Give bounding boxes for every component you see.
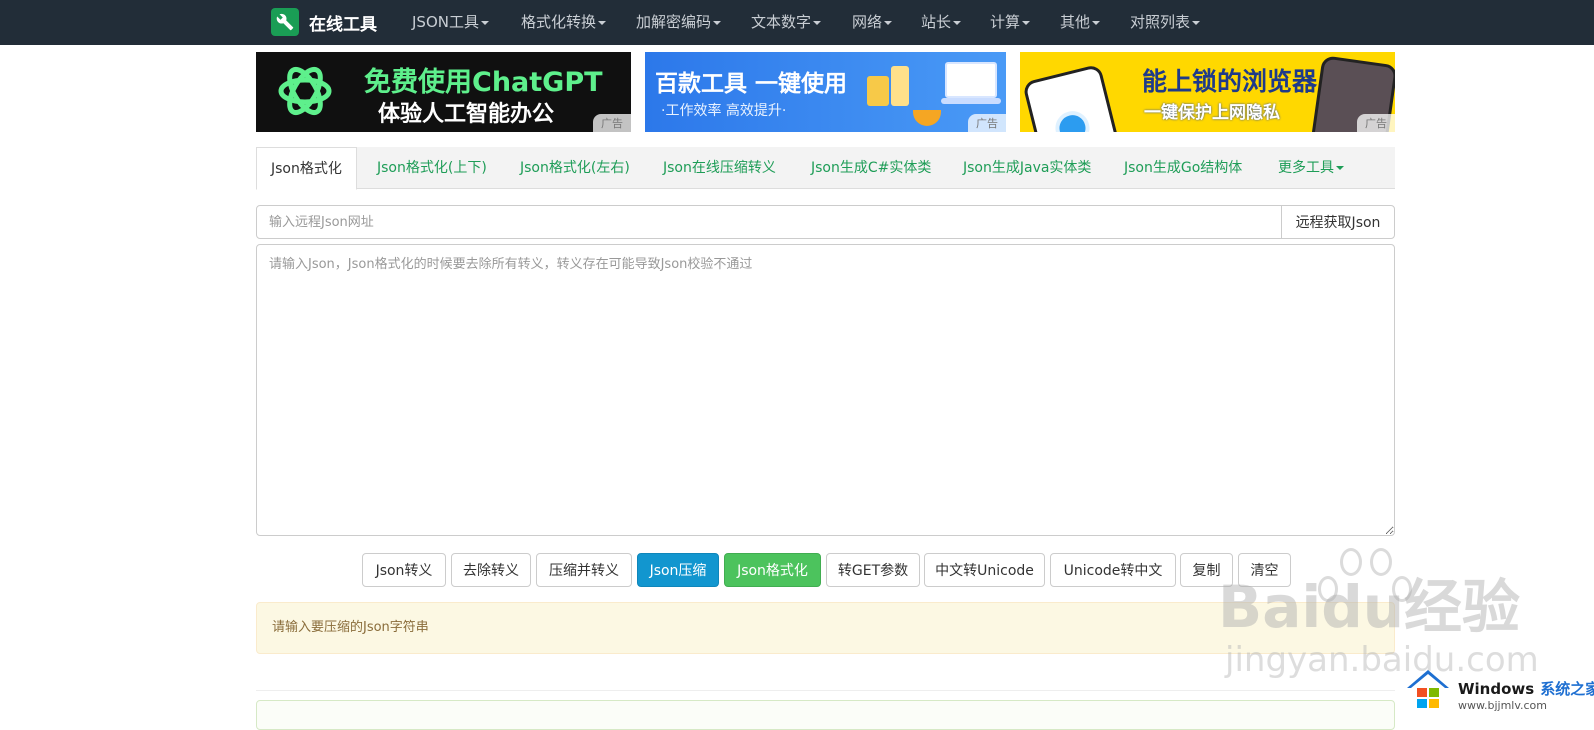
fetch-remote-json-button[interactable]: 远程获取Json — [1281, 205, 1395, 239]
nav-text-number[interactable]: 文本数字 — [751, 0, 822, 45]
tab-json-compress-escape[interactable]: Json在线压缩转义 — [663, 147, 776, 189]
json-format-button[interactable]: Json格式化 — [724, 553, 821, 587]
top-navbar: 在线工具 JSON工具 格式化转换 加解密编码 文本数字 网络 站长 计算 其他… — [0, 0, 1594, 45]
json-escape-button[interactable]: Json转义 — [362, 553, 446, 587]
caret-down-icon — [1092, 20, 1101, 25]
ad-label: 广告 — [968, 114, 1006, 132]
tab-json-format-vertical[interactable]: Json格式化(上下) — [377, 147, 487, 189]
nav-json-tools[interactable]: JSON工具 — [412, 0, 489, 45]
tab-json-format-horizontal[interactable]: Json格式化(左右) — [520, 147, 630, 189]
tool-tabs: Json格式化 Json格式化(上下) Json格式化(左右) Json在线压缩… — [256, 147, 1395, 190]
caret-down-icon — [713, 20, 722, 25]
ad-banner-chatgpt[interactable]: 免费使用ChatGPT 体验人工智能办公 广告 — [256, 52, 631, 132]
unicode-to-chinese-button[interactable]: Unicode转中文 — [1050, 553, 1176, 587]
ad-subtitle: ·工作效率 高效提升· — [661, 103, 787, 119]
ad-banner-browser[interactable]: 能上锁的浏览器 一键保护上网隐私 广告 — [1020, 52, 1395, 132]
nav-comparison-list[interactable]: 对照列表 — [1130, 0, 1201, 45]
remote-json-url-input[interactable] — [256, 205, 1282, 239]
tab-json-to-csharp[interactable]: Json生成C#实体类 — [811, 147, 931, 189]
brand-link[interactable]: 在线工具 — [271, 8, 377, 36]
phone-icon — [1022, 63, 1122, 132]
brand-title: 在线工具 — [309, 14, 377, 35]
chinese-to-unicode-button[interactable]: 中文转Unicode — [924, 553, 1045, 587]
json-input-textarea[interactable] — [256, 244, 1395, 536]
nav-format-convert[interactable]: 格式化转换 — [521, 0, 607, 45]
divider — [256, 690, 1395, 691]
caret-down-icon — [598, 20, 607, 25]
tab-json-to-java[interactable]: Json生成Java实体类 — [963, 147, 1091, 189]
ad-banner-tools[interactable]: 百款工具 一键使用 ·工作效率 高效提升· 广告 — [645, 52, 1006, 132]
windows-house-icon — [1407, 670, 1449, 708]
ad-label: 广告 — [593, 114, 631, 132]
caret-down-icon — [953, 20, 962, 25]
jingyan-watermark: jingyan.baidu.com — [1225, 640, 1539, 680]
json-compress-button[interactable]: Json压缩 — [637, 553, 719, 587]
nav-webmaster[interactable]: 站长 — [921, 0, 962, 45]
tab-json-format[interactable]: Json格式化 — [256, 147, 357, 190]
caret-down-icon — [884, 20, 893, 25]
ad-title: 能上锁的浏览器 — [1142, 67, 1318, 96]
ad-title: 百款工具 一键使用 — [655, 71, 848, 97]
wrench-icon — [271, 8, 299, 36]
openai-logo-icon — [278, 67, 332, 115]
ad-title: 免费使用ChatGPT — [364, 67, 603, 98]
caret-down-icon — [1192, 20, 1201, 25]
ad-label: 广告 — [1357, 114, 1395, 132]
caret-down-icon — [813, 20, 822, 25]
tab-more-tools[interactable]: 更多工具 — [1278, 147, 1344, 189]
ad-subtitle: 体验人工智能办公 — [378, 102, 555, 127]
nav-network[interactable]: 网络 — [852, 0, 893, 45]
windows-watermark-url: www.bjjmlv.com — [1458, 699, 1547, 712]
nav-other[interactable]: 其他 — [1060, 0, 1101, 45]
compress-and-escape-button[interactable]: 压缩并转义 — [536, 553, 632, 587]
caret-down-icon — [1336, 166, 1344, 170]
tab-json-to-go[interactable]: Json生成Go结构体 — [1124, 147, 1242, 189]
ad-subtitle: 一键保护上网隐私 — [1144, 103, 1280, 123]
to-get-params-button[interactable]: 转GET参数 — [826, 553, 920, 587]
remove-escape-button[interactable]: 去除转义 — [451, 553, 531, 587]
nav-calculate[interactable]: 计算 — [990, 0, 1031, 45]
caret-down-icon — [480, 20, 489, 25]
result-panel — [256, 700, 1395, 730]
nav-crypto-encode[interactable]: 加解密编码 — [636, 0, 722, 45]
baidu-watermark: Baidu经验 — [1218, 573, 1521, 641]
caret-down-icon — [1022, 20, 1031, 25]
windows-watermark: Windows 系统之家 — [1458, 680, 1594, 698]
